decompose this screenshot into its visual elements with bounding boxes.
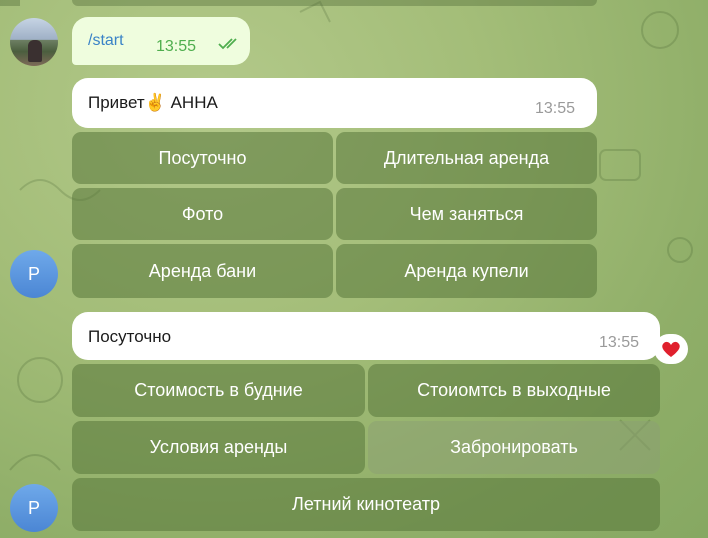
message-text: Привет✌️ АННА — [88, 93, 218, 112]
reaction-heart[interactable] — [654, 334, 688, 364]
keyboard-button[interactable]: Стоимость в будние — [72, 364, 365, 417]
keyboard-button[interactable]: Условия аренды — [72, 421, 365, 474]
keyboard-button[interactable]: Фото — [72, 188, 333, 240]
outgoing-message-bubble[interactable]: /start 13:55 — [72, 17, 250, 65]
keyboard-button[interactable]: Длительная аренда — [336, 132, 597, 184]
keyboard-button[interactable]: Посуточно — [72, 132, 333, 184]
keyboard-button[interactable]: Аренда бани — [72, 244, 333, 298]
bot-avatar[interactable]: P — [10, 484, 58, 532]
bot-avatar[interactable]: P — [10, 250, 58, 298]
avatar-figure — [28, 40, 42, 62]
message-time: 13:55 — [156, 38, 197, 55]
message-time: 13:55 — [535, 100, 576, 117]
keyboard-button[interactable]: Аренда купели — [336, 244, 597, 298]
keyboard-button[interactable]: Летний кинотеатр — [72, 478, 660, 531]
bot-message-bubble[interactable]: Посуточно 13:55 — [72, 312, 660, 360]
bot-message-bubble[interactable]: Привет✌️ АННА 13:55 — [72, 78, 597, 128]
heart-icon — [662, 341, 680, 357]
read-checks-icon — [218, 38, 237, 50]
previous-message-edge — [0, 0, 20, 6]
message-text: Посуточно — [88, 327, 172, 346]
message-time: 13:55 — [599, 334, 640, 351]
keyboard-button[interactable]: Стоиомтсь в выходные — [368, 364, 660, 417]
command-link[interactable]: /start — [88, 32, 124, 50]
keyboard-button[interactable]: Чем заняться — [336, 188, 597, 240]
keyboard-button[interactable]: Забронировать — [368, 421, 660, 474]
previous-message-edge — [72, 0, 597, 6]
user-avatar[interactable] — [10, 18, 58, 66]
